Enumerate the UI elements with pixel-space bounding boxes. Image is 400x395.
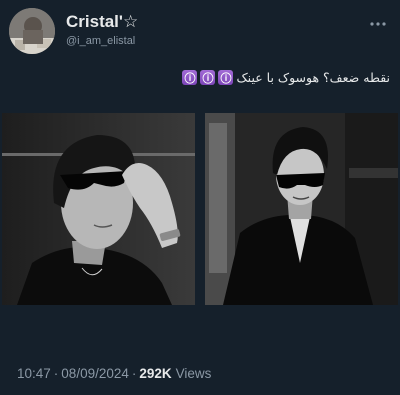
tweet-meta: 10:47 · 08/09/2024 · 292K Views — [17, 366, 211, 381]
separator-dot: · — [53, 366, 59, 381]
media-photo-2[interactable] — [205, 113, 398, 305]
views-label: Views — [175, 366, 212, 381]
views-count[interactable]: 292K — [139, 366, 171, 381]
display-name[interactable]: Cristal'☆ — [66, 12, 138, 32]
more-options-button[interactable] — [368, 14, 388, 34]
information-emoji: ⓘ — [182, 70, 198, 85]
tweet-body: نقطه ضعف؟ هوسوک با عینک — [236, 70, 390, 85]
information-emoji: ⓘ — [200, 70, 216, 85]
photo-man-sunglasses-hand — [2, 113, 195, 305]
tweet-text: ⓘ ⓘ ⓘ نقطه ضعف؟ هوسوک با عینک — [182, 70, 390, 85]
tweet-time[interactable]: 10:47 — [17, 366, 51, 381]
user-handle[interactable]: @i_am_elistal — [66, 35, 135, 47]
avatar-image — [9, 8, 55, 54]
media-photo-1[interactable] — [2, 113, 195, 305]
tweet-date[interactable]: 08/09/2024 — [61, 366, 129, 381]
separator-dot: · — [131, 366, 137, 381]
avatar[interactable] — [9, 8, 55, 54]
photo-man-sunglasses-black-suit — [205, 113, 398, 305]
information-emoji: ⓘ — [218, 70, 234, 85]
more-dots-icon — [370, 22, 386, 26]
